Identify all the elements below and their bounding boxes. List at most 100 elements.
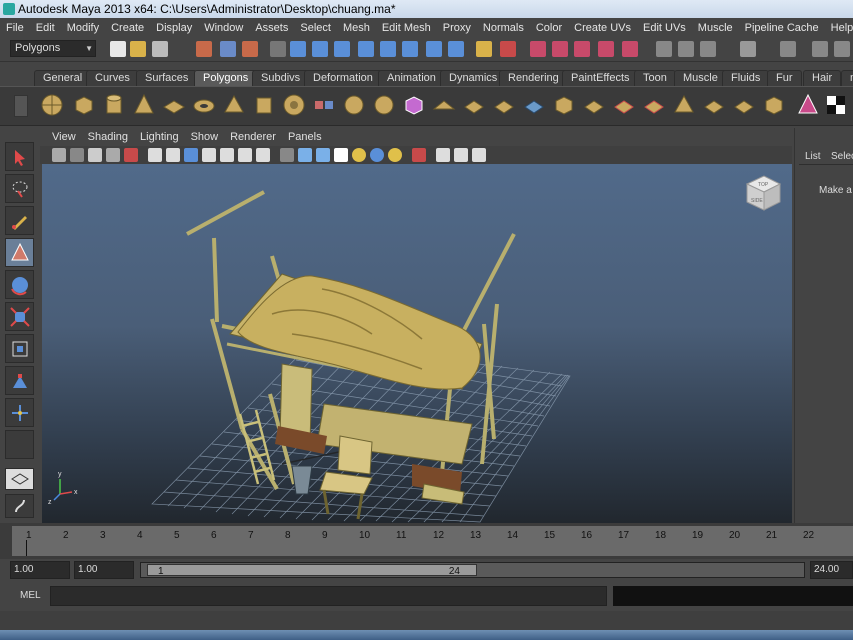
image-plane-icon[interactable] [106,148,120,162]
panel-menu-shading[interactable]: Shading [82,131,134,143]
show-hide-tool-settings-icon[interactable] [678,41,694,57]
select-by-object-icon[interactable] [220,41,236,57]
camera-attributes-icon[interactable] [70,148,84,162]
input-output-icon[interactable] [476,41,492,57]
menu-assets[interactable]: Assets [249,22,294,34]
open-scene-icon[interactable] [130,41,146,57]
lasso-tool[interactable] [5,174,34,203]
bridge-icon[interactable] [582,93,606,117]
shelf-tab-hair[interactable]: Hair [803,70,842,86]
poly-torus-icon[interactable] [192,93,216,117]
symmetry-icon[interactable] [740,41,756,57]
mirror-geometry-icon[interactable] [522,93,546,117]
smooth-icon[interactable] [402,93,426,117]
shelf-tab-subdivs[interactable]: Subdivs [252,70,310,86]
menu-modify[interactable]: Modify [61,22,105,34]
high-quality-icon[interactable] [388,148,402,162]
extrude-icon[interactable] [552,93,576,117]
append-polygon-icon[interactable] [612,93,636,117]
two-d-pan-zoom-icon[interactable] [124,148,138,162]
shelf-tab-deformation[interactable]: Deformation [304,70,382,86]
menu-help[interactable]: Help [825,22,853,34]
time-slider[interactable]: 1 2 3 4 5 6 7 8 9 10 11 12 13 14 15 16 1… [0,523,853,559]
rotate-tool[interactable] [5,270,34,299]
shelf-tab-toon[interactable]: Toon [634,70,676,86]
uv-texture-editor-icon[interactable] [762,93,786,117]
shadows-icon[interactable] [370,148,384,162]
gate-mask-icon[interactable] [202,148,216,162]
save-scene-icon[interactable] [152,41,168,57]
menu-pipeline-cache[interactable]: Pipeline Cache [739,22,825,34]
menu-mesh[interactable]: Mesh [337,22,376,34]
menu-create-uvs[interactable]: Create UVs [568,22,637,34]
layout-single-pane-button[interactable] [5,468,34,490]
construction-history-icon[interactable] [500,41,516,57]
panel-menu-view[interactable]: View [46,131,82,143]
show-hide-attribute-editor-icon[interactable] [656,41,672,57]
panel-menu-panels[interactable]: Panels [282,131,328,143]
paint-select-tool[interactable] [5,206,34,235]
poly-cone-icon[interactable] [132,93,156,117]
separate-icon[interactable] [342,93,366,117]
last-tool[interactable] [5,430,34,459]
show-manipulator-tool[interactable] [5,398,34,427]
menu-muscle[interactable]: Muscle [692,22,739,34]
new-scene-icon[interactable] [110,41,126,57]
checker-map-icon[interactable] [824,93,848,117]
xray-joints-icon[interactable] [454,148,468,162]
view-cube[interactable]: TOP SIDE [745,175,782,211]
sculpt-geometry-icon[interactable] [732,93,756,117]
poly-prism-icon[interactable] [222,93,246,117]
panel-menu-show[interactable]: Show [185,131,225,143]
shelf-tab-surfaces[interactable]: Surfaces [136,70,198,86]
panel-menu-renderer[interactable]: Renderer [224,131,282,143]
current-frame-marker[interactable] [26,540,27,556]
select-by-component-icon[interactable] [242,41,258,57]
select-tool[interactable] [5,142,34,171]
shelf-tab-polygons[interactable]: Polygons [194,70,258,86]
shelf-tab-animation[interactable]: Animation [378,70,445,86]
menu-edit-uvs[interactable]: Edit UVs [637,22,692,34]
shelf-tab-fur[interactable]: Fur [767,70,802,86]
hypershade-icon[interactable] [622,41,638,57]
render-view-icon[interactable] [530,41,546,57]
field-chart-icon[interactable] [220,148,234,162]
shelf-tab-curves[interactable]: Curves [86,70,139,86]
select-camera-icon[interactable] [52,148,66,162]
animation-start-field[interactable]: 1.00 [10,561,70,579]
menu-normals[interactable]: Normals [477,22,530,34]
safe-title-icon[interactable] [256,148,270,162]
shelf-tab-fluids[interactable]: Fluids [722,70,770,86]
textured-icon[interactable] [334,148,348,162]
help-query-icon[interactable] [448,41,464,57]
command-language-label[interactable]: MEL [20,590,41,601]
attr-editor-tab-list[interactable]: List [805,151,821,162]
snap-to-grid-icon[interactable] [290,41,306,57]
make-live-icon[interactable] [380,41,396,57]
use-all-lights-icon[interactable] [352,148,366,162]
snap-to-view-plane-icon[interactable] [358,41,374,57]
menu-edit-mesh[interactable]: Edit Mesh [376,22,437,34]
xray-active-components-icon[interactable] [472,148,486,162]
menu-select[interactable]: Select [294,22,337,34]
bookmark-icon[interactable] [88,148,102,162]
universal-manipulator-tool[interactable] [5,334,34,363]
render-settings-icon[interactable] [598,41,614,57]
menu-file[interactable]: File [0,22,30,34]
safe-action-icon[interactable] [238,148,252,162]
film-gate-icon[interactable] [166,148,180,162]
planar-mapping-icon[interactable] [796,93,820,117]
snap-to-surface-icon[interactable] [402,41,418,57]
history-icon[interactable] [426,41,442,57]
xray-icon[interactable] [412,148,426,162]
scale-tool[interactable] [5,302,34,331]
menu-create[interactable]: Create [105,22,150,34]
resolution-gate-icon[interactable] [184,148,198,162]
insert-edge-loop-icon[interactable] [672,93,696,117]
soft-modification-tool[interactable] [5,366,34,395]
poly-pipe-icon[interactable] [252,93,276,117]
smooth-shade-icon[interactable] [298,148,312,162]
extract-icon[interactable] [372,93,396,117]
range-handle[interactable]: 1 24 [147,564,477,577]
shelf-tab-painteffects[interactable]: PaintEffects [562,70,639,86]
